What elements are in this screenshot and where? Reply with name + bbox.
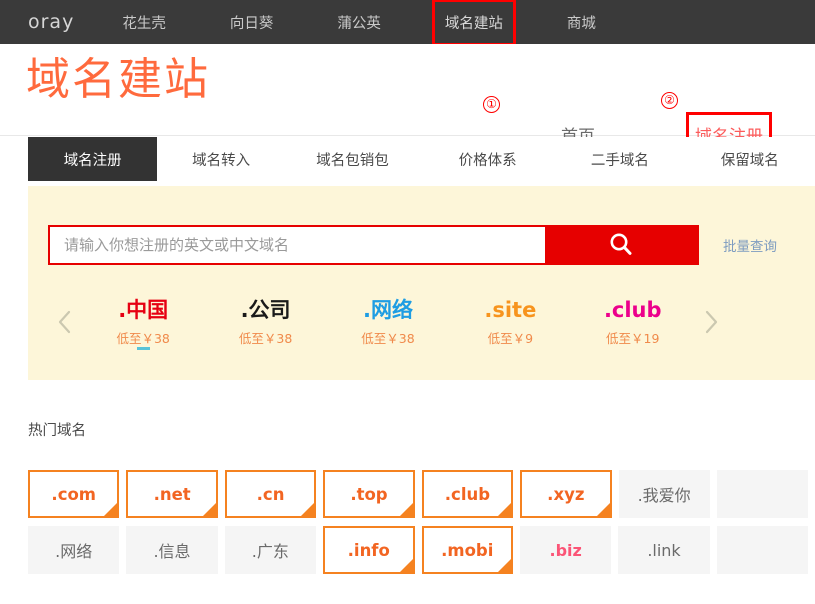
annotation-marker-2: ②	[661, 92, 678, 109]
promo-item-price: 低至￥38	[211, 328, 321, 347]
annotation-marker-1: ①	[483, 96, 500, 113]
promo-item-0[interactable]: .中国低至￥38	[88, 297, 198, 346]
domain-tile-1-4[interactable]: .mobi	[422, 526, 514, 574]
promo-item-name: .site	[455, 297, 565, 323]
search-row: 批量查询	[48, 225, 777, 265]
tab-3[interactable]: 价格体系	[420, 137, 555, 181]
promo-item-price: 低至￥38	[333, 328, 443, 347]
page-title: 域名建站	[26, 56, 210, 104]
promo-item-price: 低至￥19	[578, 328, 688, 347]
search-button[interactable]	[545, 227, 697, 263]
section-tab-bar: 域名注册域名转入域名包销包价格体系二手域名保留域名	[0, 137, 815, 181]
search-input[interactable]	[50, 227, 545, 263]
promo-item-1[interactable]: .公司低至￥38	[211, 297, 321, 346]
tab-5[interactable]: 保留域名	[685, 137, 815, 181]
hot-domains-title: 热门域名	[28, 419, 86, 440]
global-nav-items: 花生壳 向日葵 蒲公英 域名建站 商城	[112, 6, 650, 39]
promo-item-name: .网络	[333, 297, 443, 323]
global-nav-item-0[interactable]: 花生壳	[112, 6, 176, 39]
domain-tile-0-3[interactable]: .top	[323, 470, 414, 518]
hot-domains-row: .com.net.cn.top.club.xyz.我爱你	[28, 470, 815, 518]
domain-search-panel: 批量查询 .中国低至￥38.公司低至￥38.网络低至￥38.site低至￥9.c…	[28, 186, 815, 380]
promo-item-2[interactable]: .网络低至￥38	[333, 297, 443, 346]
domain-tile-0-4[interactable]: .club	[422, 470, 513, 518]
search-box	[48, 225, 699, 265]
tab-1[interactable]: 域名转入	[157, 137, 284, 181]
domain-tile-1-6[interactable]: .link	[618, 526, 709, 574]
domain-tile-1-0[interactable]: .网络	[28, 526, 119, 574]
global-nav-item-4[interactable]: 商城	[557, 6, 606, 39]
promo-item-name: .club	[578, 297, 688, 323]
domain-tile-0-6[interactable]: .我爱你	[619, 470, 710, 518]
hot-domains-grid: .com.net.cn.top.club.xyz.我爱你 .网络.信息.广东.in…	[28, 470, 815, 582]
domain-tile-1-1[interactable]: .信息	[126, 526, 217, 574]
chevron-right-icon[interactable]	[694, 302, 728, 342]
tab-2[interactable]: 域名包销包	[285, 137, 420, 181]
promo-item-name: .中国	[88, 297, 198, 323]
domain-tile-0-2[interactable]: .cn	[225, 470, 316, 518]
promo-item-price: 低至￥9	[455, 328, 565, 347]
global-nav-item-1[interactable]: 向日葵	[220, 6, 284, 39]
global-nav-item-2[interactable]: 蒲公英	[327, 6, 391, 39]
batch-query-link[interactable]: 批量查询	[723, 235, 777, 255]
tab-4[interactable]: 二手域名	[555, 137, 684, 181]
global-nav-bar: oray 花生壳 向日葵 蒲公英 域名建站 商城	[0, 0, 815, 44]
domain-tile-0-1[interactable]: .net	[126, 470, 217, 518]
domain-tile-0-7[interactable]	[717, 470, 808, 518]
domain-tile-0-5[interactable]: .xyz	[520, 470, 611, 518]
chevron-left-icon[interactable]	[48, 302, 82, 342]
domain-tile-1-3[interactable]: .info	[323, 526, 415, 574]
promo-item-3[interactable]: .site 低至￥9	[455, 297, 565, 346]
search-icon	[606, 230, 636, 260]
domain-tile-1-5[interactable]: .biz	[520, 526, 611, 574]
hot-domains-row: .网络.信息.广东.info.mobi.biz.link	[28, 526, 815, 574]
tab-0[interactable]: 域名注册	[28, 137, 157, 181]
promo-carousel-items: .中国低至￥38.公司低至￥38.网络低至￥38.site低至￥9.club低至…	[82, 297, 694, 346]
brand-header: 域名建站 ① ② 首页 域名注册	[0, 44, 815, 136]
domain-tile-1-7[interactable]	[717, 526, 808, 574]
promo-carousel: .中国低至￥38.公司低至￥38.网络低至￥38.site低至￥9.club低至…	[48, 291, 728, 353]
oray-logo[interactable]: oray	[28, 11, 74, 33]
promo-item-price: 低至￥38	[88, 328, 198, 347]
promo-item-name: .公司	[211, 297, 321, 323]
domain-tile-1-2[interactable]: .广东	[225, 526, 316, 574]
global-nav-item-3[interactable]: 域名建站	[435, 6, 513, 39]
promo-item-4[interactable]: .club 低至￥19	[578, 297, 688, 346]
domain-tile-0-0[interactable]: .com	[28, 470, 119, 518]
